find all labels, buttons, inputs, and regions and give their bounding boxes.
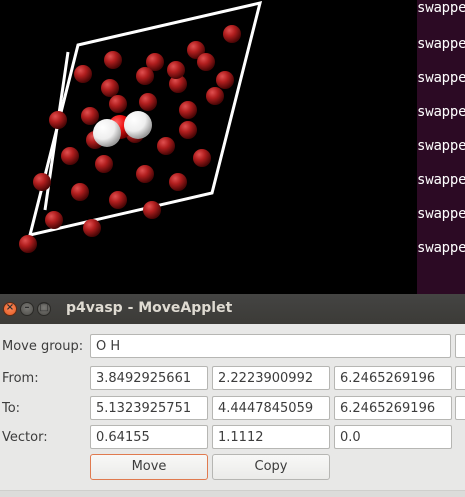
from-y-input[interactable] [212, 366, 330, 390]
structure-viewer[interactable] [0, 0, 417, 294]
title-bar[interactable]: × – □ p4vasp - MoveApplet [0, 294, 465, 324]
to-y-input[interactable] [212, 396, 330, 420]
terminal-line: swappe [417, 70, 465, 86]
atom-oxygen[interactable] [223, 25, 241, 43]
atom-oxygen[interactable] [157, 137, 175, 155]
atom-oxygen[interactable] [109, 95, 127, 113]
atom-oxygen[interactable] [109, 191, 127, 209]
atom-group [19, 25, 241, 253]
terminal-line: swappe [417, 104, 465, 120]
minimize-button[interactable]: – [20, 302, 34, 316]
atom-oxygen[interactable] [216, 71, 234, 89]
from-label: From: [2, 371, 39, 386]
terminal-window[interactable]: swappe swappe swappe swappe swappe swapp… [417, 0, 465, 294]
terminal-line: swappe [417, 206, 465, 222]
structure-canvas[interactable] [0, 0, 417, 294]
terminal-line: swappe [417, 36, 465, 52]
atom-oxygen[interactable] [71, 183, 89, 201]
move-group-side-widget[interactable] [455, 334, 465, 358]
atom-oxygen[interactable] [179, 101, 197, 119]
from-side-widget[interactable] [455, 366, 465, 390]
minimize-icon: – [24, 302, 30, 313]
atom-oxygen[interactable] [95, 155, 113, 173]
close-button[interactable]: × [3, 302, 17, 316]
to-x-input[interactable] [90, 396, 208, 420]
from-x-input[interactable] [90, 366, 208, 390]
to-side-widget[interactable] [455, 396, 465, 420]
close-icon: × [5, 302, 15, 313]
to-label: To: [2, 401, 21, 416]
atom-oxygen[interactable] [139, 93, 157, 111]
atom-oxygen[interactable] [104, 51, 122, 69]
from-z-input[interactable] [334, 366, 452, 390]
atom-oxygen[interactable] [169, 173, 187, 191]
atom-oxygen[interactable] [136, 165, 154, 183]
move-group-input[interactable] [90, 334, 451, 358]
atom-oxygen[interactable] [49, 111, 67, 129]
atom-oxygen[interactable] [167, 61, 185, 79]
atom-oxygen[interactable] [136, 67, 154, 85]
atom-oxygen[interactable] [101, 79, 119, 97]
terminal-line: swappe [417, 138, 465, 154]
atom-oxygen[interactable] [61, 147, 79, 165]
atom-oxygen[interactable] [143, 201, 161, 219]
vector-label: Vector: [2, 430, 48, 445]
atom-oxygen[interactable] [197, 53, 215, 71]
atom-oxygen[interactable] [206, 87, 224, 105]
maximize-button[interactable]: □ [37, 302, 51, 316]
terminal-line: swappe [417, 172, 465, 188]
move-button[interactable]: Move [90, 454, 208, 480]
terminal-line: swappe [417, 240, 465, 256]
atom-oxygen[interactable] [33, 173, 51, 191]
terminal-line: swappe [417, 0, 465, 16]
copy-button[interactable]: Copy [212, 454, 330, 480]
maximize-icon: □ [39, 302, 49, 313]
move-applet-window: × – □ p4vasp - MoveApplet Move group: Fr… [0, 294, 465, 497]
move-group-label: Move group: [2, 339, 84, 354]
vector-x-input[interactable] [90, 425, 208, 449]
atom-hydrogen[interactable] [93, 119, 121, 147]
atom-oxygen[interactable] [19, 235, 37, 253]
atom-oxygen[interactable] [83, 219, 101, 237]
atom-hydrogen[interactable] [124, 111, 152, 139]
atom-oxygen[interactable] [81, 107, 99, 125]
window-title: p4vasp - MoveApplet [66, 300, 233, 316]
to-z-input[interactable] [334, 396, 452, 420]
atom-oxygen[interactable] [45, 211, 63, 229]
vector-y-input[interactable] [212, 425, 330, 449]
atom-oxygen[interactable] [193, 149, 211, 167]
atom-oxygen[interactable] [179, 121, 197, 139]
vector-z-input[interactable] [334, 425, 452, 449]
atom-oxygen[interactable] [74, 65, 92, 83]
